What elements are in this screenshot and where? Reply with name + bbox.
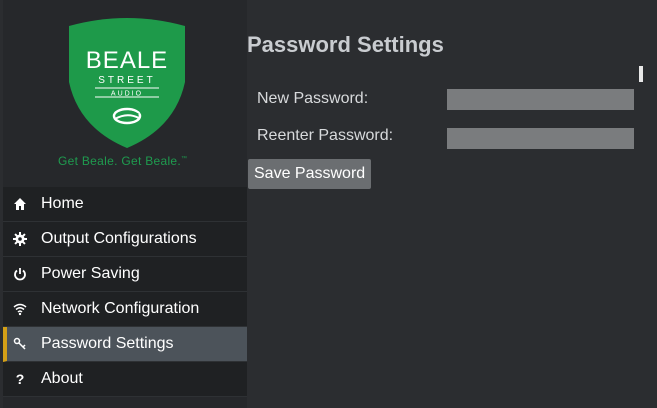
sidebar-item-power-saving[interactable]: Power Saving xyxy=(3,257,247,292)
logo-line3: AUDIO xyxy=(111,91,143,98)
app-frame: BEALE STREET AUDIO Get Beale. Get Beale.… xyxy=(0,0,657,408)
sidebar-item-output-configurations[interactable]: Output Configurations xyxy=(3,222,247,257)
sidebar-item-label: Password Settings xyxy=(41,335,174,352)
sidebar-item-password-settings[interactable]: Password Settings xyxy=(3,327,247,362)
sidebar-item-label: Output Configurations xyxy=(41,230,197,247)
sidebar-item-network-configuration[interactable]: Network Configuration xyxy=(3,292,247,327)
sidebar: BEALE STREET AUDIO Get Beale. Get Beale.… xyxy=(3,0,247,408)
sidebar-item-label: Power Saving xyxy=(41,265,140,282)
sidebar-nav: Home Output Configurations Power Saving … xyxy=(3,187,247,397)
text-cursor-mark xyxy=(639,66,643,82)
reenter-password-label: Reenter Password: xyxy=(257,127,394,144)
key-icon xyxy=(12,336,28,352)
brand-logo: BEALE STREET AUDIO Get Beale. Get Beale.… xyxy=(3,0,247,187)
trademark-mark: ™ xyxy=(181,156,188,162)
page-title: Password Settings xyxy=(247,32,444,57)
gear-icon xyxy=(12,231,28,247)
wifi-icon xyxy=(12,301,28,317)
logo-line2: STREET xyxy=(98,75,155,86)
question-icon: ? xyxy=(15,371,25,387)
reenter-password-field[interactable] xyxy=(447,128,634,149)
logo-line1: BEALE xyxy=(86,47,168,74)
new-password-label: New Password: xyxy=(257,90,369,107)
sidebar-item-about[interactable]: ? About xyxy=(3,362,247,397)
save-password-button[interactable]: Save Password xyxy=(248,159,372,189)
beale-street-shield-logo: BEALE STREET AUDIO xyxy=(69,18,185,148)
sidebar-item-label: About xyxy=(41,370,83,387)
home-icon xyxy=(12,196,28,212)
power-icon xyxy=(12,266,28,282)
sidebar-item-label: Home xyxy=(41,195,84,212)
main-content: Password Settings New Password: Reenter … xyxy=(247,0,657,408)
new-password-field[interactable] xyxy=(447,89,634,110)
brand-tagline: Get Beale. Get Beale.™ xyxy=(58,154,187,168)
sidebar-item-label: Network Configuration xyxy=(41,300,200,317)
tagline-text: Get Beale. Get Beale. xyxy=(58,154,182,168)
sidebar-item-home[interactable]: Home xyxy=(3,187,247,222)
